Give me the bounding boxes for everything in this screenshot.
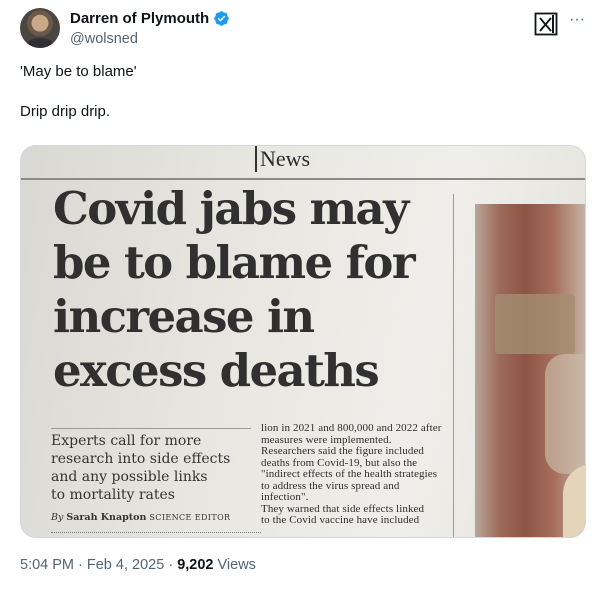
meta-separator: ·: [74, 557, 87, 573]
tweet-meta: 5:04 PM · Feb 4, 2025 · 9,202 Views: [20, 556, 256, 574]
tweet-date[interactable]: Feb 4, 2025: [87, 557, 164, 573]
avatar[interactable]: [20, 8, 60, 48]
newspaper-headline: Covid jabs may be to blame for increase …: [53, 182, 416, 397]
byline-prefix: By: [51, 512, 64, 523]
verified-badge-icon: [214, 11, 229, 26]
meta-separator-2: ·: [164, 557, 178, 573]
newspaper-subheading: Experts call for more research into side…: [51, 433, 231, 503]
author-name-row[interactable]: Darren of Plymouth: [70, 9, 230, 28]
newspaper-byline: By Sarah Knapton SCIENCE EDITOR: [51, 512, 230, 523]
newspaper-subheading-rule: [51, 428, 251, 429]
byline-role: SCIENCE EDITOR: [149, 513, 231, 522]
author-name[interactable]: Darren of Plymouth: [70, 9, 209, 28]
newspaper-section-label: News: [255, 146, 310, 172]
newspaper-cutoff-text: [51, 532, 261, 537]
newspaper-photo: [475, 204, 585, 537]
tweet-media-image[interactable]: News Covid jabs may be to blame for incr…: [20, 145, 586, 538]
byline-name: Sarah Knapton: [66, 512, 147, 523]
tweet-text: 'May be to blame' Drip drip drip.: [20, 63, 137, 120]
newspaper-header-rule: [21, 178, 585, 180]
grok-icon[interactable]: [534, 12, 558, 36]
views-label: Views: [217, 557, 256, 573]
tweet-time[interactable]: 5:04 PM: [20, 557, 74, 573]
views-count: 9,202: [177, 557, 214, 573]
newspaper-body-text: lion in 2021 and 800,000 and 2022 after …: [261, 422, 442, 526]
more-options-icon[interactable]: ···: [566, 9, 588, 31]
author-handle[interactable]: @wolsned: [70, 30, 138, 48]
